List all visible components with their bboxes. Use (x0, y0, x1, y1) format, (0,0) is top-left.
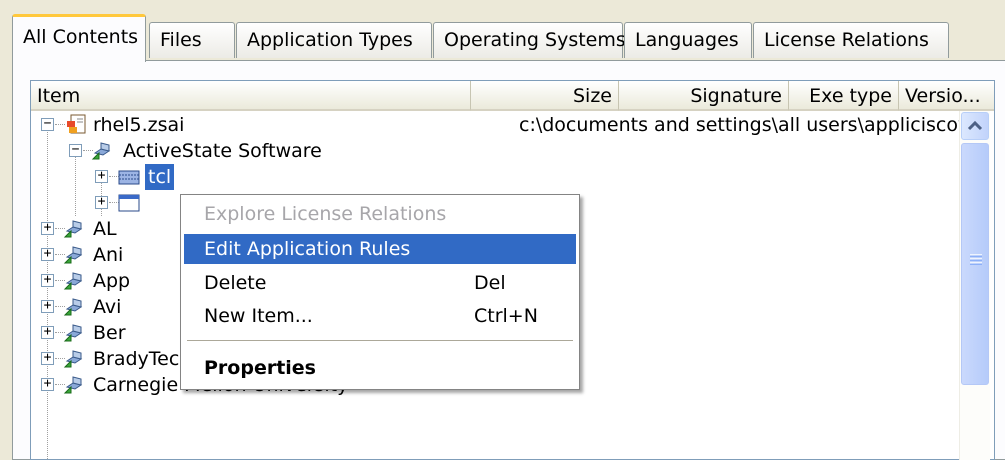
vendor-package-icon (91, 142, 111, 160)
column-header-signature[interactable]: Signature (619, 81, 789, 111)
vendor-package-icon (63, 272, 83, 290)
vendor-package-icon (63, 350, 83, 368)
menu-item-explore-license-relations[interactable]: Explore License Relations (184, 199, 576, 229)
expand-button[interactable]: + (95, 169, 108, 183)
zsai-file-icon (67, 114, 86, 134)
expand-button[interactable]: + (95, 195, 108, 209)
tree-item-label: Ber (93, 322, 126, 344)
expand-button[interactable]: + (41, 377, 54, 391)
tree-item-label: Ani (93, 244, 124, 266)
collapse-button[interactable]: − (41, 117, 54, 131)
expand-button[interactable]: + (41, 325, 54, 339)
tree-row[interactable]: − ActiveState Software (31, 138, 961, 164)
vendor-package-icon (63, 298, 83, 316)
vendor-package-icon (63, 220, 83, 238)
column-header-version[interactable]: Versio... (899, 81, 994, 111)
column-header-item[interactable]: Item (31, 81, 471, 111)
expand-button[interactable]: + (41, 247, 54, 261)
tab-strip: All Contents Files Application Types Ope… (12, 14, 1002, 62)
tab-files[interactable]: Files (149, 22, 235, 58)
chevron-up-icon (967, 120, 983, 131)
tree-item-label: AL (93, 218, 117, 240)
collapse-button[interactable]: − (69, 143, 82, 157)
tree-item-label: Avi (93, 296, 122, 318)
scroll-thumb[interactable] (961, 143, 989, 385)
menu-item-edit-application-rules[interactable]: Edit Application Rules (184, 234, 576, 264)
menu-separator (187, 340, 573, 341)
expand-button[interactable]: + (41, 221, 54, 235)
expand-button[interactable]: + (41, 299, 54, 313)
tree-item-label: App (93, 270, 131, 292)
tab-license-relations[interactable]: License Relations (753, 22, 949, 58)
window-icon (118, 194, 140, 212)
expand-button[interactable]: + (41, 273, 54, 287)
tab-languages[interactable]: Languages (624, 22, 752, 58)
context-menu: Explore License Relations Edit Applicati… (180, 194, 580, 390)
tab-all-contents[interactable]: All Contents (12, 14, 146, 62)
menu-item-properties[interactable]: Properties (184, 353, 576, 383)
scroll-up-button[interactable] (961, 112, 989, 140)
tree-item-label-selected: tcl (145, 164, 175, 190)
expand-button[interactable]: + (41, 351, 54, 365)
column-header-size[interactable]: Size (471, 81, 619, 111)
vendor-package-icon (63, 324, 83, 342)
path-cell: c:\documents and settings\all users\appl… (519, 114, 981, 136)
tree-row[interactable]: − rhel5.zsai c:\documents and settings\a… (31, 112, 981, 138)
tab-application-types[interactable]: Application Types (236, 22, 432, 58)
menu-item-delete[interactable]: Delete Del (184, 268, 576, 298)
shortcut-label: Del (474, 272, 506, 294)
tree-item-label: rhel5.zsai (93, 114, 185, 136)
tab-operating-systems[interactable]: Operating Systems (433, 22, 626, 58)
menu-item-new-item[interactable]: New Item... Ctrl+N (184, 301, 576, 331)
vertical-scrollbar[interactable] (959, 111, 990, 460)
tree-row[interactable]: + tcl (31, 164, 961, 190)
tree-item-label: BradyTech (93, 348, 192, 370)
column-header-exe-type[interactable]: Exe type (789, 81, 899, 111)
shortcut-label: Ctrl+N (474, 305, 538, 327)
tree-item-label: ActiveState Software (123, 140, 322, 162)
application-icon (118, 170, 140, 185)
vendor-package-icon (63, 246, 83, 264)
vendor-package-icon (63, 376, 83, 394)
